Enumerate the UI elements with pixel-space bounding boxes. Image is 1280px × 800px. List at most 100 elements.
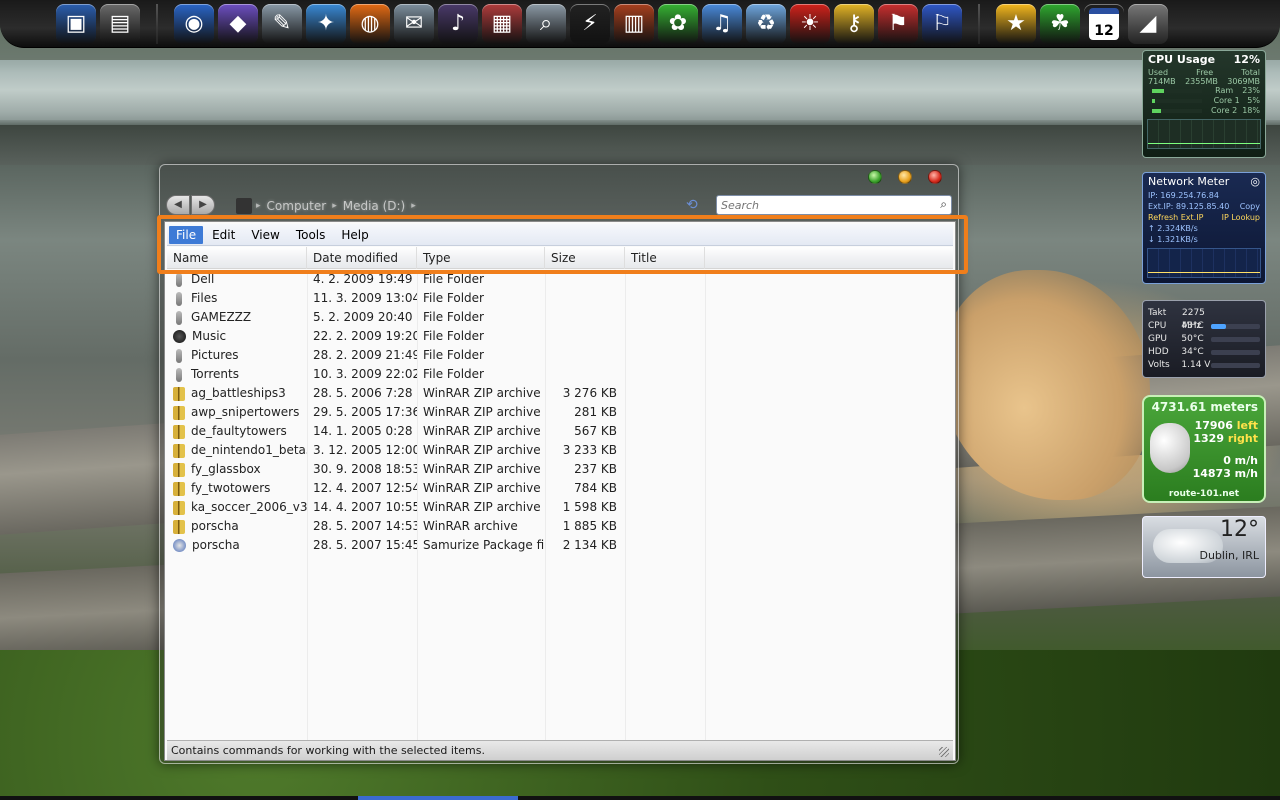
- menu-help[interactable]: Help: [334, 226, 375, 244]
- column-header-type[interactable]: Type: [417, 247, 545, 269]
- winrar-icon[interactable]: ▦: [482, 3, 522, 44]
- gecko-icon[interactable]: ☘: [1040, 3, 1080, 44]
- file-name-cell[interactable]: ag_battleships3: [173, 384, 307, 403]
- file-name[interactable]: fy_twotowers: [191, 479, 270, 498]
- file-row[interactable]: porscha 28. 5. 2007 14:53 WinRAR archive 1 …: [167, 517, 953, 536]
- file-row[interactable]: Files 11. 3. 2009 13:04 File Folder: [167, 289, 953, 308]
- desktop-icon[interactable]: ▣: [56, 3, 96, 44]
- flags-icon[interactable]: ⚑: [878, 3, 918, 44]
- breadcrumb-media-d[interactable]: Media (D:): [343, 199, 406, 213]
- menu-tools[interactable]: Tools: [289, 226, 333, 244]
- mouse-odometer-gadget[interactable]: 4731.61 meters 17906 left 1329 right 0 m…: [1142, 395, 1266, 503]
- file-name[interactable]: Torrents: [191, 365, 239, 384]
- file-row[interactable]: awp_snipertowers 29. 5. 2005 17:36 WinRAR …: [167, 403, 953, 422]
- resize-grip-icon[interactable]: [939, 747, 949, 757]
- breadcrumb-arrow-icon[interactable]: ▸: [256, 201, 261, 211]
- pencil-icon[interactable]: ✎: [262, 3, 302, 44]
- back-button[interactable]: ◀: [166, 195, 190, 215]
- file-name-cell[interactable]: de_faultytowers: [173, 422, 307, 441]
- file-name[interactable]: ag_battleships3: [191, 384, 286, 403]
- file-name-cell[interactable]: GAMEZZZ: [173, 308, 307, 327]
- search-input[interactable]: [717, 196, 917, 214]
- breadcrumb-arrow-icon[interactable]: ▸: [411, 201, 416, 211]
- magnifier-icon[interactable]: ⌕: [526, 3, 566, 44]
- file-name[interactable]: porscha: [191, 517, 239, 536]
- ip-lookup-link[interactable]: IP Lookup: [1222, 212, 1260, 223]
- document-icon[interactable]: ▤: [100, 3, 140, 44]
- file-name-cell[interactable]: fy_twotowers: [173, 479, 307, 498]
- file-name-cell[interactable]: de_nintendo1_beta5: [173, 441, 307, 460]
- nero-icon[interactable]: ☀: [790, 3, 830, 44]
- file-name-cell[interactable]: fy_glassbox: [173, 460, 307, 479]
- file-row[interactable]: GAMEZZZ 5. 2. 2009 20:40 File Folder: [167, 308, 953, 327]
- title-bar[interactable]: [160, 165, 958, 191]
- file-row[interactable]: Torrents 10. 3. 2009 22:02 File Folder: [167, 365, 953, 384]
- system-monitor-gadget[interactable]: Takt 2275 MHz CPU 43°C GPU 50°C HDD 34°C Volts 1.…: [1142, 300, 1266, 378]
- breadcrumb[interactable]: ▸ Computer ▸ Media (D:) ▸: [236, 197, 416, 215]
- file-row[interactable]: Music 22. 2. 2009 19:20 File Folder: [167, 327, 953, 346]
- itunes-icon[interactable]: ♫: [702, 3, 742, 44]
- icq-icon[interactable]: ✿: [658, 3, 698, 44]
- column-header-title[interactable]: Title: [625, 247, 705, 269]
- media-icon[interactable]: ♪: [438, 3, 478, 44]
- winamp-icon[interactable]: ⚡: [570, 3, 610, 44]
- column-header-name[interactable]: Name: [167, 247, 307, 269]
- menu-file[interactable]: File: [169, 225, 204, 244]
- breadcrumb-arrow-icon[interactable]: ▸: [332, 201, 337, 211]
- search-icon[interactable]: ⌕: [940, 197, 947, 212]
- file-row[interactable]: fy_glassbox 30. 9. 2008 18:53 WinRAR ZIP a…: [167, 460, 953, 479]
- file-row[interactable]: fy_twotowers 12. 4. 2007 12:54 WinRAR ZIP …: [167, 479, 953, 498]
- maximize-button[interactable]: [898, 170, 912, 184]
- file-row[interactable]: porscha 28. 5. 2007 15:45 Samurize Package…: [167, 536, 953, 555]
- file-row[interactable]: ka_soccer_2006_v3 14. 4. 2007 10:55 WinRAR…: [167, 498, 953, 517]
- mouse-site-link[interactable]: route-101.net: [1144, 489, 1264, 499]
- refresh-icon[interactable]: ⟲: [686, 197, 698, 213]
- file-row[interactable]: Pictures 28. 2. 2009 21:49 File Folder: [167, 346, 953, 365]
- file-name[interactable]: Files: [191, 289, 217, 308]
- file-name-cell[interactable]: Music: [173, 327, 307, 346]
- file-name[interactable]: Music: [192, 327, 226, 346]
- file-name[interactable]: de_faultytowers: [191, 422, 287, 441]
- menu-edit[interactable]: Edit: [205, 226, 242, 244]
- breadcrumb-computer[interactable]: Computer: [267, 199, 327, 213]
- key-icon[interactable]: ⚷: [834, 3, 874, 44]
- file-name[interactable]: fy_glassbox: [191, 460, 261, 479]
- file-name[interactable]: Dell: [191, 270, 214, 289]
- binary-icon[interactable]: ◆: [218, 3, 258, 44]
- weather-gadget[interactable]: 12° Dublin, IRL: [1142, 516, 1266, 578]
- file-name-cell[interactable]: porscha: [173, 536, 307, 555]
- file-row[interactable]: de_nintendo1_beta5 3. 12. 2005 12:00 WinRA…: [167, 441, 953, 460]
- file-name[interactable]: GAMEZZZ: [191, 308, 251, 327]
- file-name[interactable]: awp_snipertowers: [191, 403, 299, 422]
- firefox-icon[interactable]: ◍: [350, 3, 390, 44]
- calendar-icon[interactable]: 12: [1084, 4, 1124, 44]
- minimize-button[interactable]: [868, 170, 882, 184]
- refresh-ext-ip-link[interactable]: Refresh Ext.IP: [1148, 212, 1203, 223]
- file-row[interactable]: de_faultytowers 14. 1. 2005 0:28 WinRAR ZI…: [167, 422, 953, 441]
- file-name[interactable]: porscha: [192, 536, 240, 555]
- file-name-cell[interactable]: Torrents: [173, 365, 307, 384]
- recycle-icon[interactable]: ♻: [746, 3, 786, 44]
- dictionary-icon[interactable]: ▥: [614, 3, 654, 44]
- column-header-date[interactable]: Date modified: [307, 247, 417, 269]
- file-name[interactable]: ka_soccer_2006_v3: [191, 498, 307, 517]
- google-earth-icon[interactable]: ◉: [174, 3, 214, 44]
- column-header-size[interactable]: Size: [545, 247, 625, 269]
- safari-icon[interactable]: ✦: [306, 3, 346, 44]
- file-name-cell[interactable]: Files: [173, 289, 307, 308]
- close-button[interactable]: [928, 170, 942, 184]
- file-name[interactable]: Pictures: [191, 346, 239, 365]
- file-name-cell[interactable]: Dell: [173, 270, 307, 289]
- file-name[interactable]: de_nintendo1_beta5: [191, 441, 307, 460]
- flags2-icon[interactable]: ⚐: [922, 3, 962, 44]
- mail-icon[interactable]: ✉: [394, 3, 434, 44]
- cpu-usage-gadget[interactable]: CPU Usage 12% Used Free Total 714MB 2355…: [1142, 50, 1266, 158]
- network-meter-gadget[interactable]: Network Meter ◎ IP: 169.254.76.84 Ext.IP…: [1142, 172, 1266, 284]
- shortcut-icon[interactable]: ◢: [1128, 3, 1168, 44]
- forward-button[interactable]: ▶: [191, 195, 215, 215]
- file-row[interactable]: ag_battleships3 28. 5. 2006 7:28 WinRAR ZI…: [167, 384, 953, 403]
- file-name-cell[interactable]: Pictures: [173, 346, 307, 365]
- file-name-cell[interactable]: ka_soccer_2006_v3: [173, 498, 307, 517]
- file-row[interactable]: Dell 4. 2. 2009 19:49 File Folder: [167, 270, 953, 289]
- file-name-cell[interactable]: porscha: [173, 517, 307, 536]
